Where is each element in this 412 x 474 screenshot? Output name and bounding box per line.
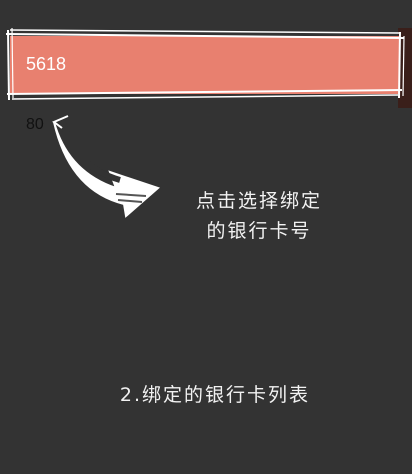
- bank-card-item[interactable]: 5618: [5, 28, 405, 101]
- select-card-hint: 点击选择绑定 的银行卡号: [184, 186, 334, 246]
- card-number: 5618: [26, 54, 67, 74]
- hand-drawn-curved-arrow-icon: [52, 115, 160, 218]
- card-number-peek: 80: [26, 116, 44, 133]
- hint-line-2: 的银行卡号: [206, 220, 312, 242]
- hint-line-1: 点击选择绑定: [195, 190, 322, 212]
- card-list-label: 2.绑定的银行卡列表: [119, 384, 311, 406]
